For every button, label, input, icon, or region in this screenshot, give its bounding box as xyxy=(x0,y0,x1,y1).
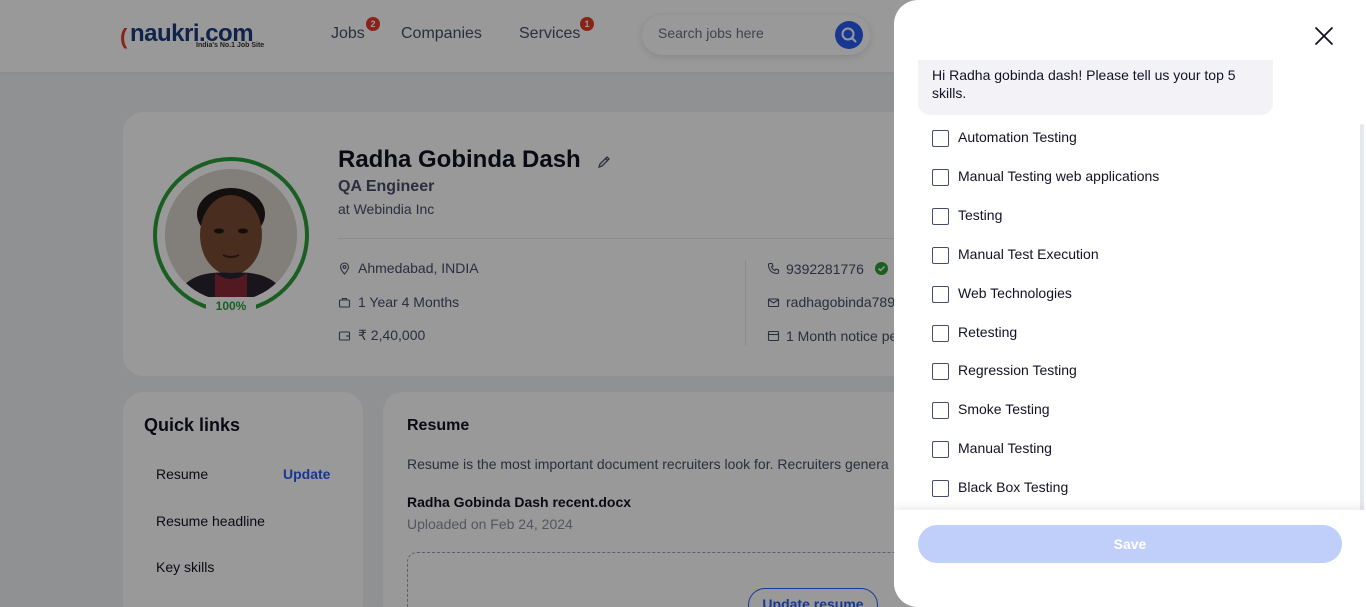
skill-label: Testing xyxy=(958,207,1003,223)
skill-label: Web Technologies xyxy=(958,285,1072,301)
skill-label: Manual Test Execution xyxy=(958,246,1099,262)
skill-checkbox[interactable] xyxy=(932,325,949,342)
skills-drawer: Hi Radha gobinda dash! Please tell us yo… xyxy=(894,0,1366,607)
skill-label: Black Box Testing xyxy=(958,479,1069,495)
skill-checkbox[interactable] xyxy=(932,480,949,497)
skills-prompt-message: Hi Radha gobinda dash! Please tell us yo… xyxy=(918,60,1273,115)
close-icon[interactable] xyxy=(1312,24,1336,48)
skills-scrollbar[interactable] xyxy=(1360,124,1364,510)
skill-checkbox[interactable] xyxy=(932,441,949,458)
skill-checkbox[interactable] xyxy=(932,247,949,264)
skill-label: Retesting xyxy=(958,324,1018,340)
skill-label: Manual Testing xyxy=(958,440,1052,456)
skill-label: Regression Testing xyxy=(958,362,1077,378)
skill-checkbox[interactable] xyxy=(932,286,949,303)
skill-checkbox[interactable] xyxy=(932,130,949,147)
skills-list: Automation Testing Manual Testing web ap… xyxy=(894,122,1366,510)
skill-checkbox[interactable] xyxy=(932,208,949,225)
skill-checkbox[interactable] xyxy=(932,402,949,419)
skill-checkbox[interactable] xyxy=(932,169,949,186)
save-button[interactable]: Save xyxy=(918,525,1342,563)
skill-label: Manual Testing web applications xyxy=(958,168,1160,184)
skill-label: Smoke Testing xyxy=(958,401,1050,417)
skill-checkbox[interactable] xyxy=(932,363,949,380)
skill-label: Automation Testing xyxy=(958,129,1077,145)
